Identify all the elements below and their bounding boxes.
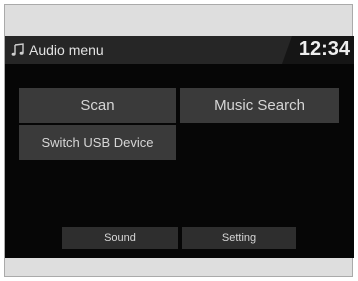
music-note-icon	[11, 43, 24, 56]
setting-button[interactable]: Setting	[182, 227, 296, 249]
scan-button[interactable]: Scan	[19, 88, 176, 123]
switch-usb-device-button[interactable]: Switch USB Device	[19, 125, 176, 160]
clock: 12:34	[298, 38, 350, 60]
sound-button[interactable]: Sound	[62, 227, 178, 249]
header-bar: Audio menu 12:34	[5, 36, 354, 64]
page-title: Audio menu	[29, 42, 104, 58]
music-search-button[interactable]: Music Search	[180, 88, 339, 123]
